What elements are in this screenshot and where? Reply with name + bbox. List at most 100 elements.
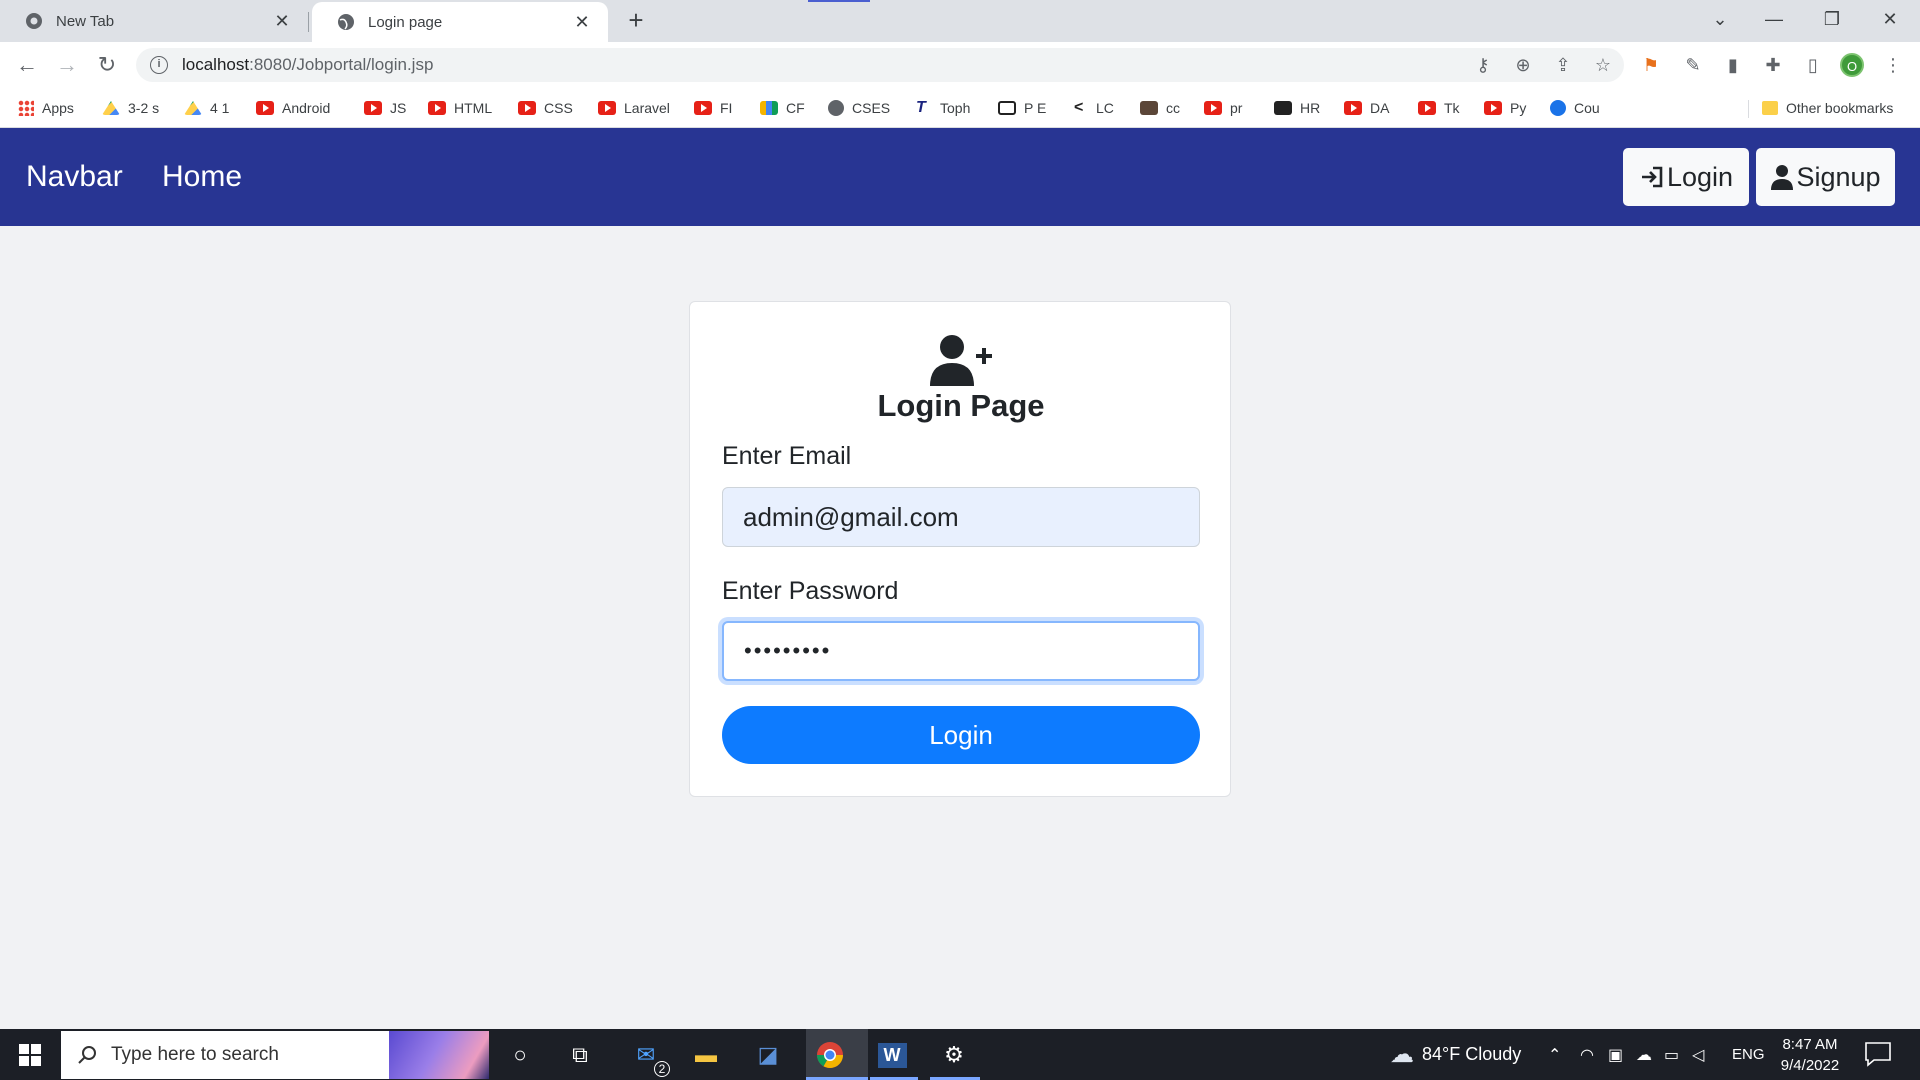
browser-tab-strip: New Tab ✕ Login page ✕ + ⌄ — ❐ ✕ [0,0,1920,42]
bookmark-cf[interactable]: CF [760,97,805,119]
battery-icon[interactable]: ▭ [1664,1029,1679,1080]
clock-date: 9/4/2022 [1780,1057,1840,1074]
mail-icon[interactable]: ✉ 2 [628,1037,670,1077]
user-icon [1771,165,1794,190]
bookmark-other[interactable]: Other bookmarks [1762,97,1893,119]
bookmark-tk[interactable]: Tk [1418,97,1460,119]
globe-icon [828,100,844,116]
profile-avatar[interactable]: O [1840,53,1864,77]
folder-icon [1762,101,1778,115]
youtube-icon [1484,101,1502,115]
key-icon[interactable]: ⚷ [1470,52,1496,78]
close-window-button[interactable]: ✕ [1870,4,1910,34]
drive-icon [102,101,120,115]
word-icon[interactable]: W [874,1037,910,1073]
tab-search-icon[interactable]: ⌄ [1700,4,1740,34]
bookmark-py[interactable]: Py [1484,97,1526,119]
bookmark-js[interactable]: JS [364,97,406,119]
email-input[interactable]: admin@gmail.com [722,487,1200,547]
puzzle-icon[interactable]: ✚ [1760,52,1786,78]
back-button[interactable]: ← [12,50,42,80]
stats-extension-icon[interactable]: ▮ [1720,52,1746,78]
tab-login-page[interactable]: Login page ✕ [312,2,608,42]
password-label: Enter Password [722,577,899,605]
bookmark-da[interactable]: DA [1344,97,1389,119]
bookmark-pr[interactable]: pr [1204,97,1242,119]
bookmark-pe[interactable]: P E [998,97,1046,119]
address-bar[interactable]: i localhost:8080/Jobportal/login.jsp [136,48,1624,82]
site-info-icon[interactable]: i [150,56,168,74]
bookmark-cses[interactable]: CSES [828,97,890,119]
youtube-icon [694,101,712,115]
file-explorer-icon[interactable]: ▬ [688,1037,724,1073]
share-icon[interactable]: ⇪ [1550,52,1576,78]
start-button[interactable] [0,1029,60,1080]
show-hidden-icons[interactable]: ⌃ [1548,1029,1561,1080]
clock-time: 8:47 AM [1782,1036,1838,1053]
taskbar-search-box[interactable]: Type here to search [61,1031,489,1079]
bookmark-3-2s[interactable]: 3-2 s [102,97,159,119]
email-label: Enter Email [722,442,852,470]
side-panel-icon[interactable]: ▯ [1800,52,1826,78]
navbar-signup-label: Signup [1796,161,1881,192]
meet-icon[interactable]: ▣ [1608,1029,1623,1080]
login-submit-button[interactable]: Login [722,706,1200,764]
navbar-brand[interactable]: Navbar [26,160,123,194]
bookmarks-divider [1748,100,1749,118]
bookmark-cc[interactable]: cc [1140,97,1180,119]
onedrive-icon[interactable]: ☁ [1636,1029,1652,1080]
bookmark-4-1[interactable]: 4 1 [184,97,229,119]
close-icon[interactable]: ✕ [572,12,592,33]
cortana-icon[interactable]: ○ [502,1037,538,1073]
new-tab-button[interactable]: + [622,7,650,35]
weather-text: 84°F Cloudy [1422,1044,1522,1064]
bookmark-css[interactable]: CSS [518,97,573,119]
bookmark-apps[interactable]: Apps [18,97,74,119]
chrome-icon [26,13,42,29]
bookmark-lc[interactable]: < LC [1074,97,1114,119]
password-input[interactable]: ••••••••• [722,621,1200,681]
eyedropper-icon[interactable]: ✎ [1680,52,1706,78]
zoom-icon[interactable]: ⊕ [1510,52,1536,78]
bookmark-laravel[interactable]: Laravel [598,97,670,119]
task-view-icon[interactable]: ⧉ [562,1037,598,1073]
reload-button[interactable]: ↻ [92,50,122,80]
bookmark-star-icon[interactable]: ☆ [1590,52,1616,78]
clock[interactable]: 8:47 AM 9/4/2022 [1772,1034,1848,1076]
settings-gear-icon[interactable]: ⚙ [936,1037,972,1073]
weather-widget[interactable]: ☁ 84°F Cloudy [1390,1029,1521,1080]
navbar-login-button[interactable]: Login [1623,148,1749,206]
bookmark-html[interactable]: HTML [428,97,492,119]
bookmark-fi[interactable]: FI [694,97,732,119]
bookmark-android[interactable]: Android [256,97,330,119]
navbar-signup-button[interactable]: Signup [1756,148,1895,206]
chrome-taskbar-icon[interactable] [812,1037,848,1073]
bookmark-hr[interactable]: HR [1274,97,1320,119]
youtube-icon [518,101,536,115]
windows-icon [19,1043,41,1066]
bookmark-toph[interactable]: T Toph [916,97,970,119]
wifi-icon[interactable]: ◠ [1580,1029,1594,1080]
globe-icon [338,14,354,30]
forward-button[interactable]: → [52,50,82,80]
nav-link-home[interactable]: Home [162,160,242,194]
bookmark-cou[interactable]: Cou [1550,97,1600,119]
tab-new-tab[interactable]: New Tab ✕ [0,0,308,42]
tab-strip-accent [808,0,870,2]
youtube-icon [598,101,616,115]
minimize-button[interactable]: — [1754,4,1794,34]
notification-icon[interactable] [1864,1041,1892,1067]
volume-icon[interactable]: ◁ [1692,1029,1704,1080]
restore-button[interactable]: ❐ [1812,4,1852,34]
app-icon[interactable]: ◪ [750,1037,786,1073]
url-text: localhost:8080/Jobportal/login.jsp [182,55,434,74]
youtube-icon [256,101,274,115]
menu-kebab-icon[interactable]: ⋮ [1880,52,1906,78]
tab-title: New Tab [56,12,115,30]
language-indicator[interactable]: ENG [1732,1029,1765,1080]
close-icon[interactable]: ✕ [272,11,292,32]
extension-icon[interactable]: ⚑ [1638,52,1664,78]
page-title: Login Page [877,388,1045,423]
sign-in-icon [1641,166,1663,188]
search-icon [78,1046,96,1064]
